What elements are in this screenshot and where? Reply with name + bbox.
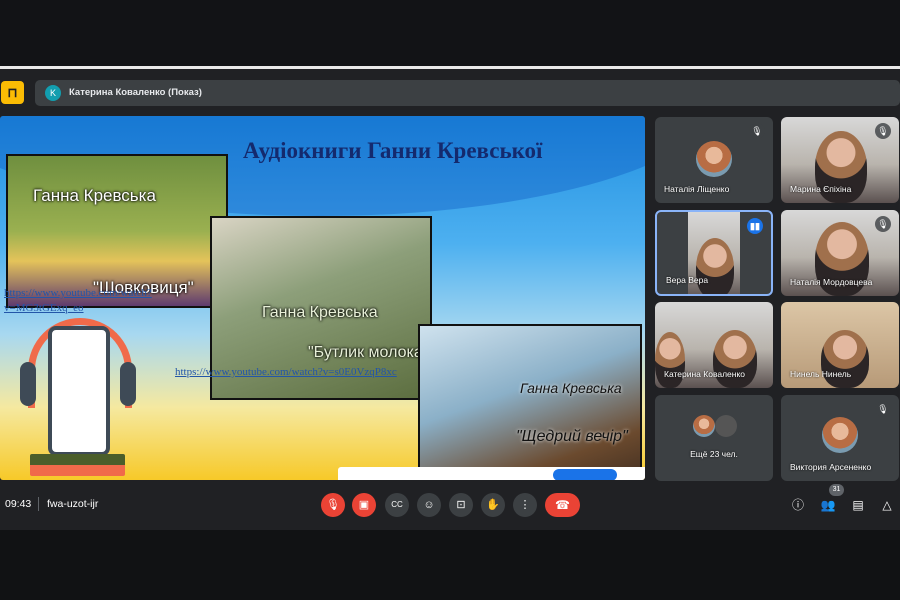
book-link-2[interactable]: https://www.youtube.com/watch?v=s0E0VzqP… [175, 365, 420, 380]
participant-tile[interactable]: Нинель Нинель [781, 302, 899, 388]
participant-video [713, 330, 757, 388]
notification-banner [338, 467, 645, 480]
top-black-band [0, 0, 900, 66]
books-illustration [30, 454, 125, 476]
book-author: Ганна Кревська [520, 380, 622, 396]
participant-name: Наталія Мордовцева [790, 277, 873, 287]
leave-call-button[interactable]: ☎ [545, 493, 580, 517]
participant-name: Катерина Коваленко [664, 369, 746, 379]
slide-title: Аудіокниги Ганни Кревської [243, 138, 543, 163]
avatar [822, 417, 858, 453]
more-participants-tile[interactable]: Ещё 23 чел. [655, 395, 773, 481]
headphone-cup [120, 362, 136, 406]
mic-off-icon: 🎙 [875, 123, 891, 139]
participant-tile[interactable]: 🎙 Марина Єпіхіна [781, 117, 899, 203]
avatar [693, 415, 715, 437]
present-button[interactable]: ⊡ [449, 493, 473, 517]
participant-name: Виктория Арсененко [790, 462, 872, 472]
avatar [715, 415, 737, 437]
bottom-black-band [0, 530, 900, 600]
emoji-button[interactable]: ☺ [417, 493, 441, 517]
info-icon[interactable]: ⓘ [789, 496, 807, 514]
book-link-1[interactable]: https://www.youtube.com/watch?v=MG3tGExq… [4, 286, 184, 316]
avatar [696, 141, 732, 177]
mic-off-icon: 🎙 [875, 216, 891, 232]
chat-icon[interactable]: ▤ [849, 496, 867, 514]
participant-video [655, 332, 685, 388]
book-cover-1: Ганна Кревська "Шовковиця" [6, 154, 228, 308]
participant-tile[interactable]: 🎙 Виктория Арсененко [781, 395, 899, 481]
meeting-code: fwa-uzot-ijr [47, 498, 99, 510]
divider [38, 497, 39, 511]
clock: 09:43 [5, 498, 32, 510]
participant-tile[interactable]: Катерина Коваленко [655, 302, 773, 388]
headphone-cup [20, 362, 36, 406]
participant-name: Марина Єпіхіна [790, 184, 852, 194]
audiobook-phone-illustration [48, 326, 110, 456]
participant-name: Вера Вера [666, 275, 709, 285]
captions-button[interactable]: CC [385, 493, 409, 517]
people-icon[interactable]: 👥 [819, 496, 837, 514]
door-icon[interactable]: ⊓ [1, 81, 24, 104]
book-author: Ганна Кревська [262, 304, 378, 321]
book-title: "Бутлик молока [308, 344, 423, 361]
camera-off-button[interactable]: ▣ [352, 493, 376, 517]
presentation-slide: Аудіокниги Ганни Кревської Ганна Кревськ… [0, 116, 645, 480]
mic-off-icon: 🎙 [749, 123, 765, 139]
participant-tile[interactable]: 🎙 Наталія Мордовцева [781, 210, 899, 296]
mic-off-icon: 🎙 [875, 401, 891, 417]
participant-count-badge: 31 [829, 484, 844, 496]
presenter-label: Катерина Коваленко (Показ) [69, 87, 202, 98]
notification-button[interactable] [553, 469, 617, 480]
participant-figure [696, 238, 734, 294]
mic-off-button[interactable]: 🎙 [321, 493, 345, 517]
book-author: Ганна Кревська [33, 186, 156, 205]
activities-icon[interactable]: △ [878, 496, 896, 514]
avatar: K [45, 85, 61, 101]
participant-name: Нинель Нинель [790, 369, 852, 379]
book-title: "Щедрий вечір" [516, 428, 628, 445]
speaking-indicator-icon: ▮▮ [747, 218, 763, 234]
more-options-button[interactable]: ⋮ [513, 493, 537, 517]
more-participants-label: Ещё 23 чел. [690, 449, 738, 459]
participant-name: Наталія Ліщенко [664, 184, 730, 194]
participant-video [821, 330, 869, 388]
presenter-bar: K Катерина Коваленко (Показ) [35, 80, 900, 106]
raise-hand-button[interactable]: ✋ [481, 493, 505, 517]
participant-tile[interactable]: 🎙 Наталія Ліщенко [655, 117, 773, 203]
participant-tile-active[interactable]: ▮▮ Вера Вера [655, 210, 773, 296]
book-cover-3: Ганна Кревська "Щедрий вечір" [418, 324, 642, 480]
